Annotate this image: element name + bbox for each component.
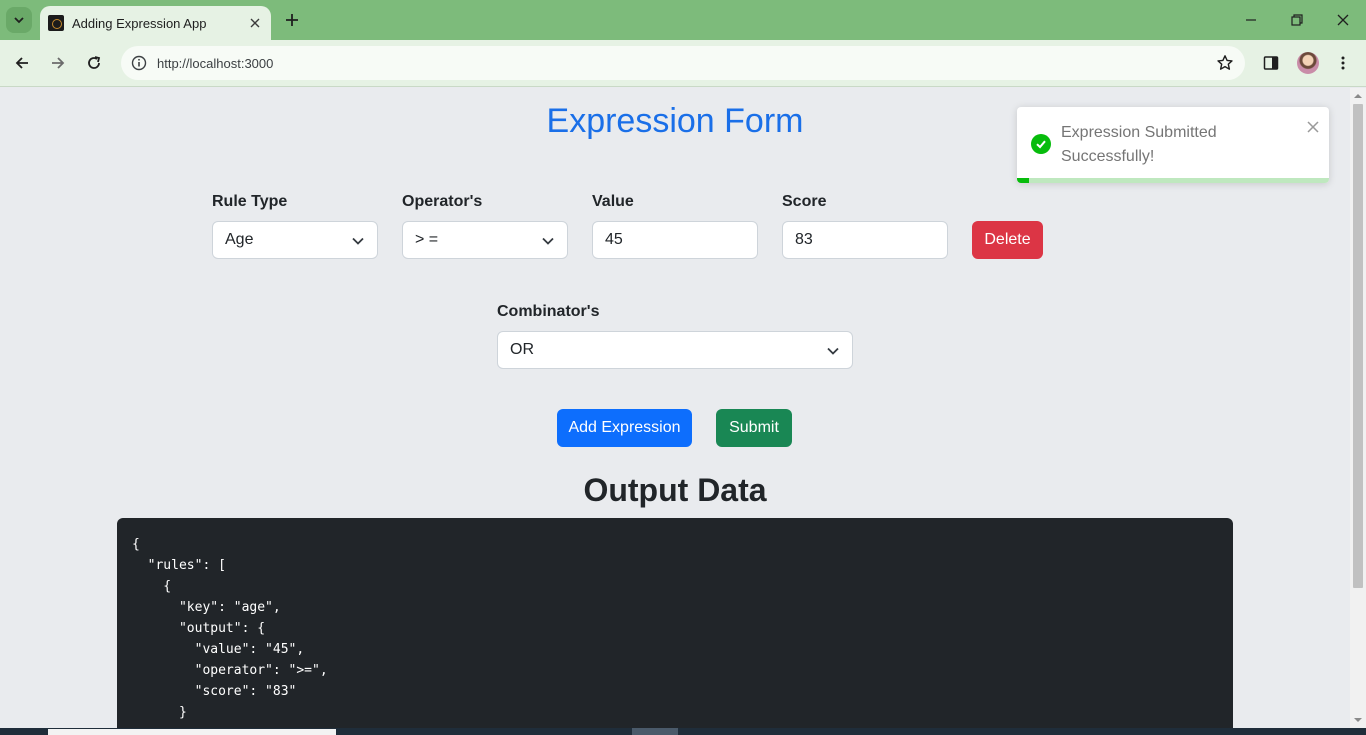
score-label: Score: [782, 193, 827, 210]
url-text[interactable]: http://localhost:3000: [157, 56, 1205, 71]
browser-tab[interactable]: Adding Expression App: [40, 6, 271, 40]
app-favicon-icon: [48, 15, 64, 31]
success-toast[interactable]: Expression Submitted Successfully!: [1017, 107, 1329, 183]
code-line: }: [132, 705, 187, 720]
output-json-block: { "rules": [ { "key": "age", "output": {…: [117, 518, 1233, 728]
site-info-icon[interactable]: [123, 55, 155, 71]
side-panel-icon: [1263, 56, 1279, 70]
page-content: Expression Form Rule Type Age Operator's…: [0, 88, 1350, 728]
operator-value: > =: [415, 231, 439, 248]
minimize-icon: [1246, 19, 1256, 21]
arrow-right-icon: [52, 57, 65, 69]
chevron-down-icon: [14, 17, 24, 24]
add-expression-button[interactable]: Add Expression: [557, 409, 692, 447]
scrollbar-thumb[interactable]: [1353, 104, 1363, 588]
browser-toolbar: http://localhost:3000: [0, 40, 1366, 87]
address-bar[interactable]: http://localhost:3000: [121, 46, 1245, 80]
page-scrollbar[interactable]: [1350, 88, 1366, 728]
code-line: "rules": [: [132, 558, 226, 573]
plus-icon: [286, 14, 298, 26]
reload-button[interactable]: [79, 48, 109, 78]
toast-message: Expression Submitted Successfully!: [1061, 124, 1217, 165]
value-input[interactable]: 45: [592, 221, 758, 259]
scroll-down-arrow-icon[interactable]: [1354, 716, 1362, 724]
browser-tab-strip: Adding Expression App: [0, 0, 1366, 40]
more-vertical-icon: [1341, 56, 1345, 70]
tab-title: Adding Expression App: [72, 15, 207, 31]
side-panel-button[interactable]: [1256, 48, 1286, 78]
chevron-down-icon: [542, 237, 554, 245]
rule-type-label: Rule Type: [212, 193, 288, 210]
restore-icon: [1291, 14, 1303, 26]
score-input[interactable]: 83: [782, 221, 948, 259]
code-line: {: [132, 579, 172, 594]
taskbar-search-box[interactable]: [48, 729, 336, 735]
tab-search-button[interactable]: [6, 7, 32, 33]
taskbar-app-button[interactable]: [632, 728, 678, 735]
bookmark-star-icon[interactable]: [1205, 54, 1245, 72]
code-line: "value": "45",: [132, 642, 305, 657]
chevron-down-icon: [827, 347, 839, 355]
forward-button[interactable]: [43, 48, 73, 78]
chevron-down-icon: [352, 237, 364, 245]
reload-icon: [88, 56, 101, 69]
close-icon[interactable]: [1307, 121, 1319, 133]
close-icon: [250, 18, 260, 28]
toast-progress-bar: [1017, 178, 1030, 183]
os-taskbar: [0, 728, 1366, 735]
submit-button[interactable]: Submit: [716, 409, 792, 447]
restore-button[interactable]: [1274, 6, 1320, 34]
new-tab-button[interactable]: [280, 8, 304, 32]
operator-label: Operator's: [402, 193, 483, 210]
minimize-button[interactable]: [1228, 6, 1274, 34]
code-line: "score": "83": [132, 684, 297, 699]
delete-button[interactable]: Delete: [972, 221, 1043, 259]
arrow-left-icon: [15, 57, 28, 69]
browser-menu-button[interactable]: [1328, 48, 1358, 78]
combinator-value: OR: [510, 341, 534, 358]
back-button[interactable]: [7, 48, 37, 78]
code-line: "output": {: [132, 621, 266, 636]
value-input-text: 45: [605, 231, 623, 248]
score-input-text: 83: [795, 231, 813, 248]
rule-type-select[interactable]: Age: [212, 221, 378, 259]
check-circle-icon: [1031, 134, 1051, 154]
toast-progress-track: [1017, 178, 1329, 183]
rule-type-value: Age: [225, 231, 254, 248]
operator-select[interactable]: > =: [402, 221, 568, 259]
code-line: "key": "age",: [132, 600, 281, 615]
code-line: {: [132, 537, 140, 552]
close-icon: [1337, 14, 1349, 26]
window-close-button[interactable]: [1320, 6, 1366, 34]
scroll-up-arrow-icon[interactable]: [1354, 92, 1362, 100]
code-line: "operator": ">=",: [132, 663, 328, 678]
value-label: Value: [592, 193, 634, 210]
output-title: Output Data: [583, 472, 767, 508]
combinator-label: Combinator's: [497, 303, 600, 320]
combinator-select[interactable]: OR: [497, 331, 853, 369]
profile-avatar[interactable]: [1297, 52, 1319, 74]
tab-close-button[interactable]: [247, 15, 263, 31]
